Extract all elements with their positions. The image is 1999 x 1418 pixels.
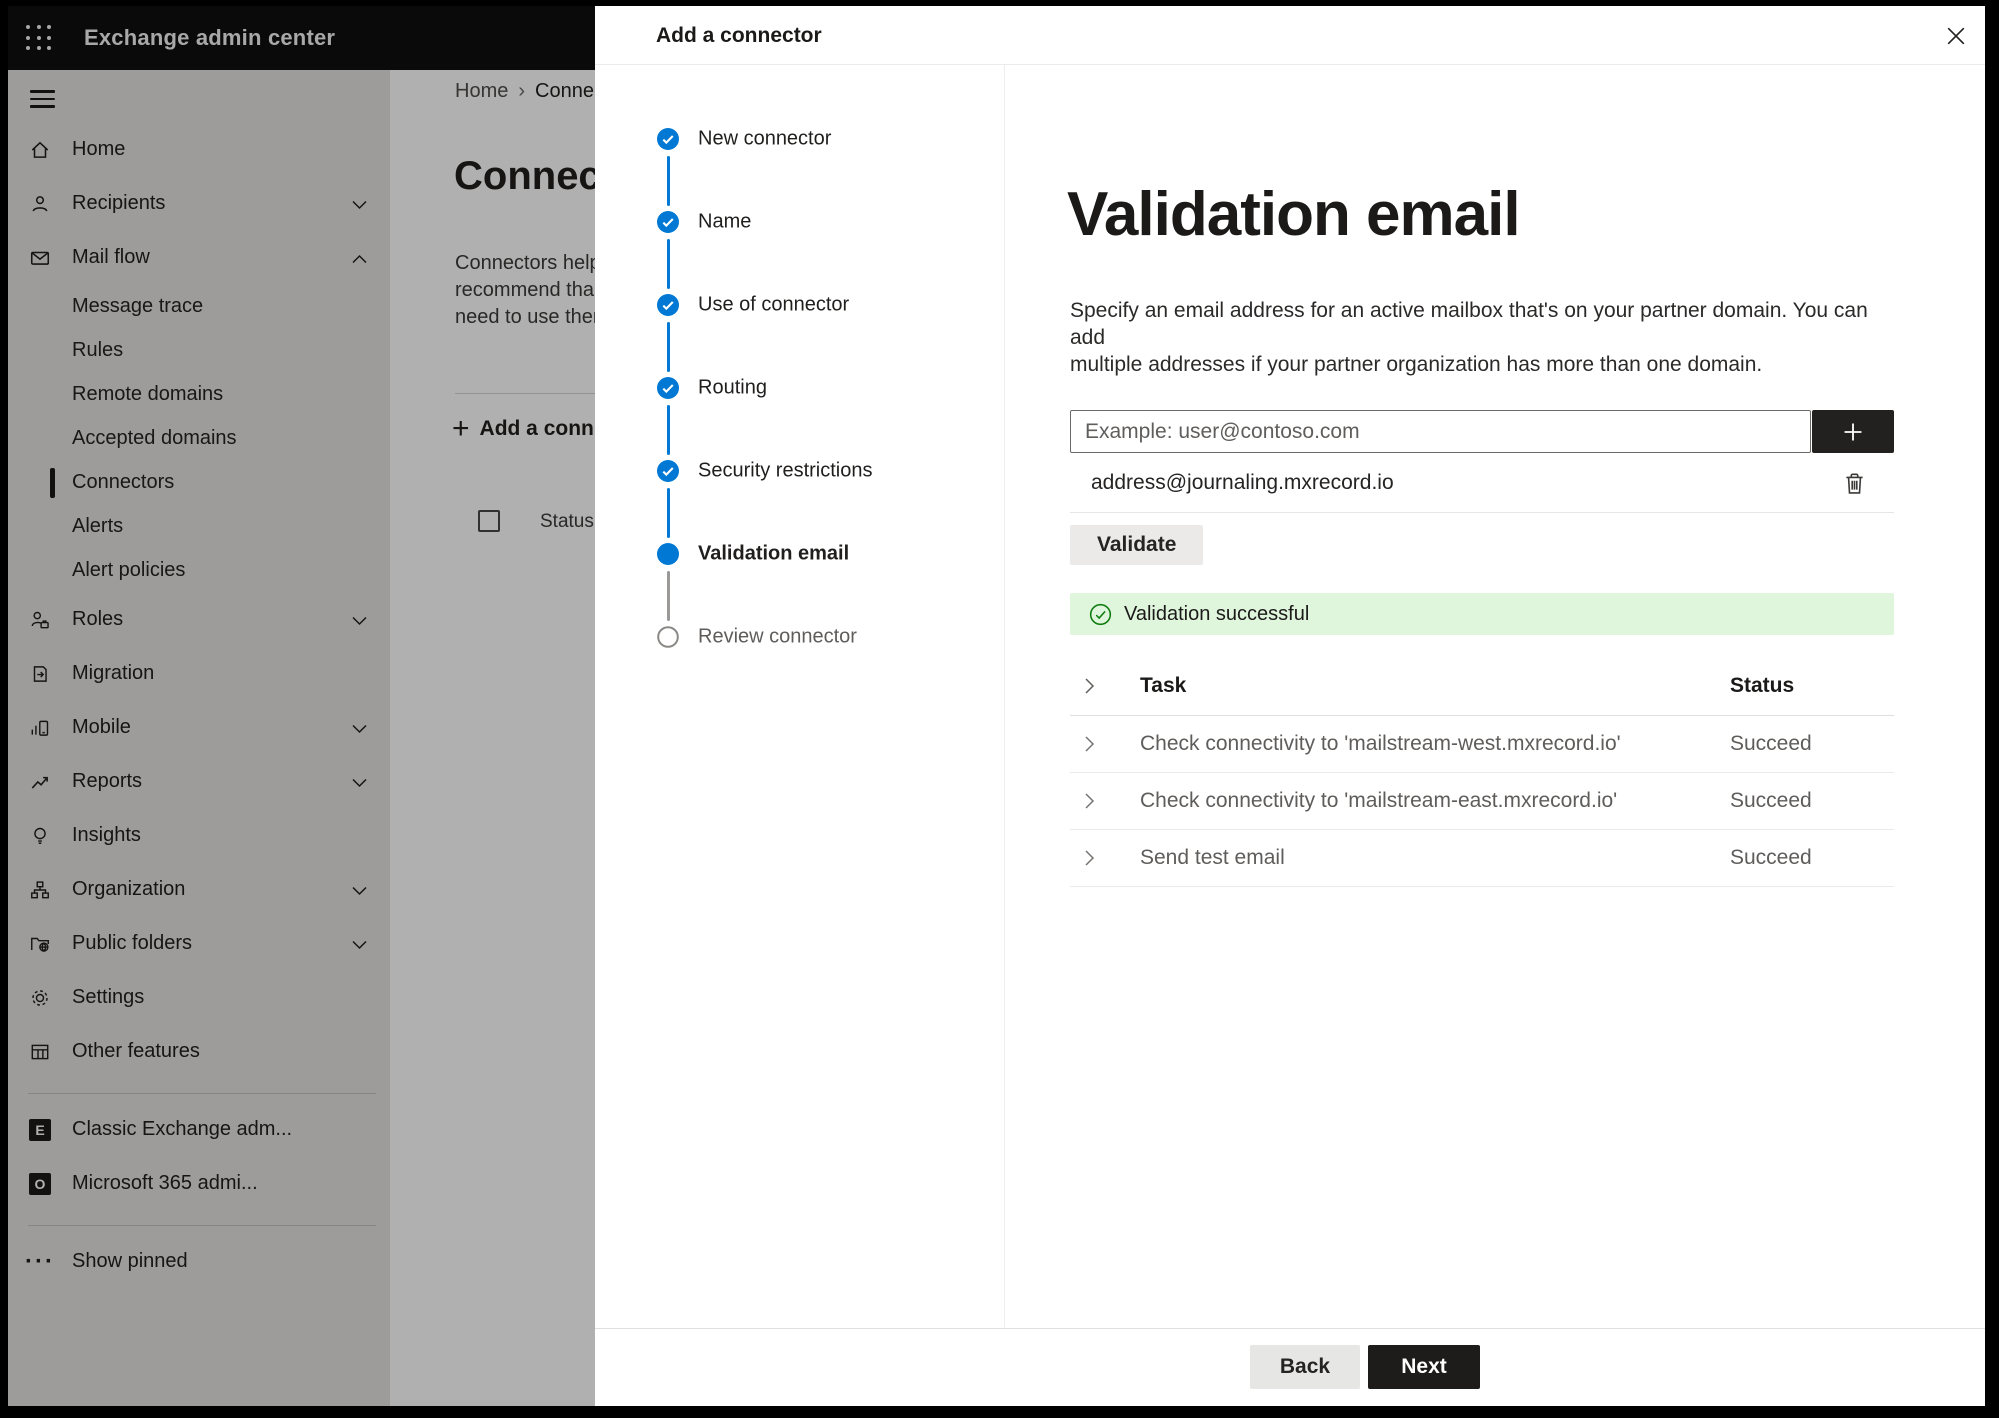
panel-footer: Back Next [595,1328,1985,1406]
delete-address-button[interactable] [1837,466,1871,500]
step-connector-line [666,156,670,206]
added-address: address@journaling.mxrecord.io [1091,471,1394,494]
success-check-icon [1089,603,1112,626]
validation-success-banner: Validation successful [1070,593,1894,635]
trash-icon [1845,473,1863,494]
step-content: Validation email Specify an email addres… [1005,65,1985,1328]
chevron-right-icon[interactable] [1084,677,1095,695]
panel-title: Add a connector [656,24,822,47]
email-input-row [1070,410,1894,453]
step-done-icon [657,294,679,316]
page-instructions: Specify an email address for an active m… [1070,299,1868,376]
task-column-header: Task [1140,673,1187,697]
add-connector-panel: Add a connector New connector Name Use o… [595,6,1985,1406]
close-icon [1947,27,1965,45]
added-address-row: address@journaling.mxrecord.io [1070,463,1894,503]
status-cell: Succeed [1730,846,1812,869]
chevron-right-icon[interactable] [1084,849,1095,867]
validation-task-table: Task Status Check connectivity to 'mails… [1070,656,1894,887]
back-button[interactable]: Back [1250,1345,1360,1389]
wizard-steps: New connector Name Use of connector Rout… [595,65,1005,1328]
step-pending-icon [657,626,679,648]
validate-button[interactable]: Validate [1070,525,1204,565]
step-done-icon [657,128,679,150]
step-connector-line [666,239,670,289]
step-done-icon [657,211,679,233]
step-connector-line [666,488,670,538]
step-connector-line [666,405,670,455]
status-cell: Succeed [1730,732,1812,755]
task-cell: Check connectivity to 'mailstream-east.m… [1140,789,1618,812]
step-done-icon [657,460,679,482]
step-done-icon [657,377,679,399]
step-review-connector[interactable]: Review connector [595,626,1004,709]
next-button[interactable]: Next [1368,1345,1480,1389]
step-connector-line [666,571,670,621]
screenshot-frame: Exchange admin center Home Recipients Ma… [0,0,1999,1418]
table-row: Check connectivity to 'mailstream-east.m… [1070,773,1894,830]
status-cell: Succeed [1730,789,1812,812]
panel-body: New connector Name Use of connector Rout… [595,65,1985,1328]
step-name[interactable]: Name [595,211,1004,294]
divider [1070,512,1894,513]
step-security-restrictions[interactable]: Security restrictions [595,460,1004,543]
page-heading: Validation email [1067,180,1521,249]
panel-header: Add a connector [595,6,1985,65]
step-connector-line [666,322,670,372]
step-active-icon [657,543,679,565]
table-row: Check connectivity to 'mailstream-west.m… [1070,716,1894,773]
step-routing[interactable]: Routing [595,377,1004,460]
success-message: Validation successful [1124,602,1310,625]
table-row: Send test email Succeed [1070,830,1894,887]
exchange-admin-app: Exchange admin center Home Recipients Ma… [8,6,1985,1406]
step-validation-email[interactable]: Validation email [595,543,1004,626]
email-input[interactable] [1070,410,1811,453]
close-button[interactable] [1939,19,1973,53]
step-new-connector[interactable]: New connector [595,128,1004,211]
status-column-header: Status [1730,673,1795,697]
chevron-right-icon[interactable] [1084,792,1095,810]
step-use-of-connector[interactable]: Use of connector [595,294,1004,377]
plus-icon [1844,423,1862,440]
add-address-button[interactable] [1812,410,1894,453]
table-header-row: Task Status [1070,656,1894,716]
chevron-right-icon[interactable] [1084,735,1095,753]
task-cell: Send test email [1140,846,1285,869]
task-cell: Check connectivity to 'mailstream-west.m… [1140,732,1621,755]
